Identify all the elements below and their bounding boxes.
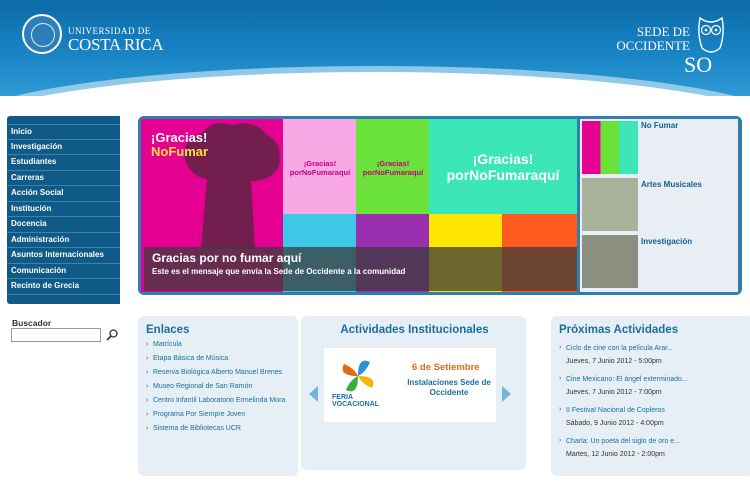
nav-item-inicio[interactable]: Inicio [7,124,120,140]
prev-arrow-icon[interactable] [309,386,318,402]
university-name-line2[interactable]: COSTA RICA [68,35,164,55]
thumb-label: No Fumar [641,121,679,130]
event-item: Cine Mexicano: El ángel exterminado... J… [559,375,750,397]
enlaces-panel: Enlaces Matrícula Etapa Básica de Música… [138,316,298,476]
actividades-title: Actividades Institucionales [340,324,489,336]
next-arrow-icon[interactable] [502,386,511,402]
nav-item-estudiantes[interactable]: Estudiantes [7,155,120,171]
link-item[interactable]: Matrícula [146,340,292,350]
slider-thumbnails: No Fumar Artes Musicales Investigación [580,119,738,292]
thumb-label: Artes Musicales [641,180,702,189]
nav-item-asuntos-internacionales[interactable]: Asuntos Internacionales [7,248,120,264]
slogan-big: ¡Gracias! NoFumar [151,130,209,159]
link-item[interactable]: Programa Por Siempre Joven [146,410,292,420]
event-item: II Festival Nacional de Copleros Sábado,… [559,406,750,428]
thumb-image [582,235,638,288]
nav-item-institucion[interactable]: Institución [7,202,120,217]
nav-item-carreras[interactable]: Carreras [7,171,120,186]
search-input[interactable] [11,328,101,342]
nav-item-administracion[interactable]: Administración [7,233,120,248]
event-link[interactable]: II Festival Nacional de Copleros [566,406,750,415]
slogan-small-2: ¡Gracias! porNoFumaraquí [362,159,424,177]
event-link[interactable]: Ciclo de cine con la película Arar... [566,344,750,353]
link-item[interactable]: Reserva Biológica Alberto Manuel Brenes [146,368,292,378]
proximas-title: Próximas Actividades [559,324,679,336]
sede-abbrev: SO [684,52,713,77]
featured-slider: ¡Gracias! NoFumar ¡Gracias! porNoFumaraq… [138,116,742,295]
page: UNIVERSIDAD DE COSTA RICA SEDE DE OCCIDE… [0,0,750,487]
sede-name-line2[interactable]: OCCIDENTE [616,38,690,54]
main-nav: Inicio Investigación Estudiantes Carrera… [7,116,120,304]
pinwheel-logo-icon [342,360,374,392]
event-item: Ciclo de cine con la película Arar... Ju… [559,344,750,366]
nav-item-accion-social[interactable]: Acción Social [7,186,120,202]
actividades-panel: Actividades Institucionales FERIA VOCACI… [301,316,526,470]
event-date: Martes, 12 Junio 2012 - 2:00pm [566,451,665,458]
nav-item-recinto-grecia[interactable]: Recinto de Grecia [7,279,120,295]
slide-caption-title[interactable]: Gracias por no fumar aquí [152,251,569,265]
event-date: Jueves, 7 Junio 2012 - 5:00pm [566,358,662,365]
feria-date: 6 de Setiembre [412,362,480,373]
thumb-label: Investigación [641,237,693,246]
link-item[interactable]: Centro Infantil Laboratorio Ermelinda Mo… [146,396,292,406]
link-item[interactable]: Museo Regional de San Ramón [146,382,292,392]
slide-caption: Gracias por no fumar aquí Este es el men… [144,247,577,291]
slogan-small-1: ¡Gracias! porNoFumaraquí [289,159,351,177]
event-link[interactable]: Charla: Un poeta del siglo de oro e... [566,437,750,446]
link-item[interactable]: Etapa Básica de Música [146,354,292,364]
thumb-investigacion[interactable]: Investigación [580,233,738,290]
event-link[interactable]: Cine Mexicano: El ángel exterminado... [566,375,750,384]
nav-item-investigacion[interactable]: Investigación [7,140,120,155]
proximas-panel: Próximas Actividades Ciclo de cine con l… [551,316,750,476]
thumb-no-fumar[interactable]: No Fumar [580,119,738,176]
search-label: Buscador [12,318,52,328]
slide-image[interactable]: ¡Gracias! NoFumar ¡Gracias! porNoFumaraq… [141,119,577,292]
event-date: Jueves, 7 Junio 2012 - 7:00pm [566,389,662,396]
site-header: UNIVERSIDAD DE COSTA RICA SEDE DE OCCIDE… [0,0,750,96]
search-icon[interactable] [105,328,119,342]
event-date: Sábado, 9 Junio 2012 - 4:00pm [566,420,664,427]
nav-item-docencia[interactable]: Docencia [7,217,120,233]
ucr-seal-icon[interactable] [22,14,62,54]
nav-item-comunicacion[interactable]: Comunicación [7,264,120,279]
slide-caption-subtitle: Este es el mensaje que envía la Sede de … [152,267,406,276]
feria-place: Instalaciones Sede de Occidente [407,378,491,397]
feria-logo-text: FERIA VOCACIONAL [332,394,380,408]
feria-banner[interactable]: FERIA VOCACIONAL 6 de Setiembre Instalac… [324,348,496,422]
thumb-image [582,178,638,231]
thumb-artes-musicales[interactable]: Artes Musicales [580,176,738,233]
link-item[interactable]: Sistema de Bibliotecas UCR [146,424,292,434]
thumb-image [582,121,638,174]
event-item: Charla: Un poeta del siglo de oro e... M… [559,437,750,459]
enlaces-title: Enlaces [146,324,190,336]
slogan-center: ¡Gracias! porNoFumaraquí [446,151,560,183]
content-panels: Enlaces Matrícula Etapa Básica de Música… [138,316,750,476]
